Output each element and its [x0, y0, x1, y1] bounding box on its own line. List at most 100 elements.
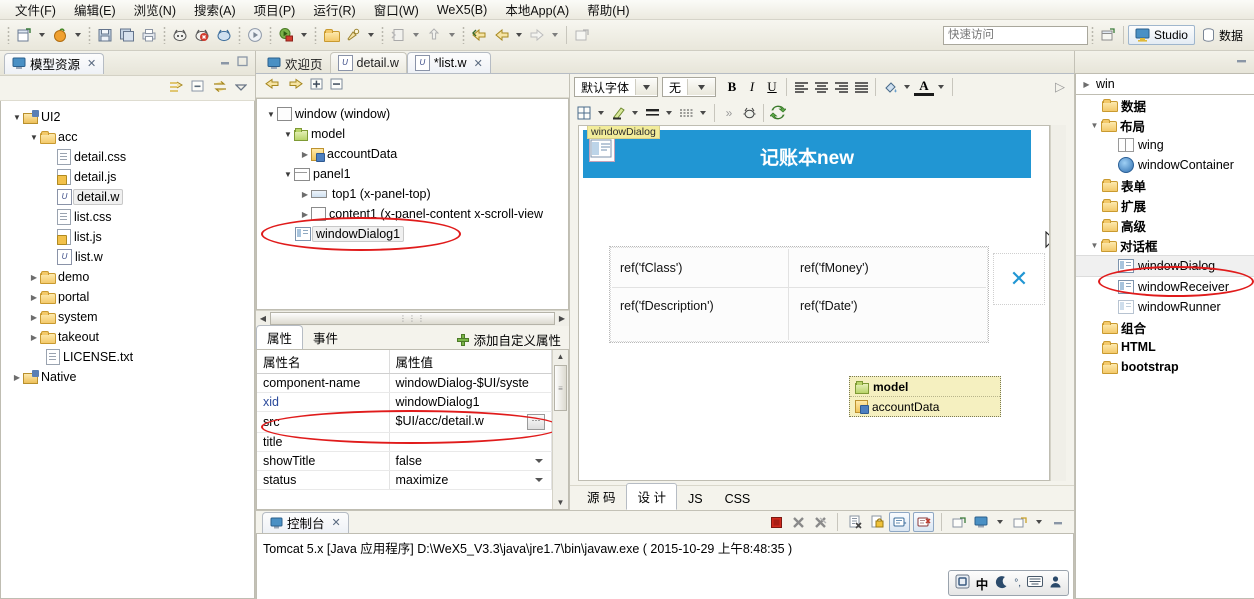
menu-item-edit[interactable]: 编辑(E)	[65, 0, 125, 20]
annotation-dropdown-icon[interactable]	[413, 33, 419, 37]
open-type-icon[interactable]	[320, 24, 342, 46]
tree-node-license[interactable]: LICENSE.txt	[1, 347, 254, 367]
collapse-all-icon[interactable]	[191, 80, 205, 96]
underline-button[interactable]: U	[762, 78, 782, 97]
italic-button[interactable]: I	[742, 78, 762, 97]
palette-group-bootstrap[interactable]: bootstrap	[1076, 357, 1254, 377]
back-icon[interactable]	[264, 77, 281, 94]
outline-node-panel1[interactable]: ▼ panel1	[257, 164, 568, 184]
print-icon[interactable]	[138, 24, 160, 46]
pin-console-icon[interactable]	[913, 512, 934, 532]
property-row-title[interactable]: title	[257, 432, 552, 452]
scroll-down-icon[interactable]: ▼	[557, 496, 565, 509]
model-overlay-row-model[interactable]: model	[850, 377, 1000, 397]
chevron-down-icon[interactable]	[535, 478, 543, 482]
tab-welcome[interactable]: 欢迎页	[260, 53, 330, 73]
perspective-studio-button[interactable]: Studio	[1127, 25, 1195, 45]
tree-node-detail-css[interactable]: detail.css	[1, 147, 254, 167]
chevron-right-icon[interactable]: ▶	[1080, 80, 1093, 89]
chevron-right-icon[interactable]: ▶	[299, 210, 311, 219]
menu-item-file[interactable]: 文件(F)	[6, 0, 65, 20]
fill-color-dropdown-icon[interactable]	[904, 85, 910, 89]
close-icon[interactable]: ✕	[87, 57, 96, 70]
palette-item-windowcontainer[interactable]: windowContainer	[1076, 155, 1254, 175]
model-resources-tree[interactable]: ▼ UI2 ▼ acc detail.css detail.js Udetail.w…	[0, 101, 255, 599]
back-icon[interactable]	[468, 24, 490, 46]
show-console-on-output-icon[interactable]	[889, 512, 910, 532]
open-console-icon[interactable]	[949, 513, 968, 531]
model-overlay-box[interactable]: model accountData	[849, 376, 1001, 417]
tab-events[interactable]: 事件	[303, 326, 348, 349]
form-cell-fmoney[interactable]: ref('fMoney')	[800, 261, 869, 275]
align-center-icon[interactable]	[811, 78, 831, 97]
toolbar-overflow-icon[interactable]: ▷	[1050, 78, 1070, 97]
palette-item-wing[interactable]: wing	[1076, 135, 1254, 155]
border-style-icon[interactable]	[676, 103, 696, 122]
design-canvas[interactable]: 记账本new windowDialog ref('fClass') ref('f…	[578, 125, 1050, 481]
maximize-icon[interactable]	[236, 56, 249, 70]
chevron-down-icon[interactable]: ▼	[265, 110, 277, 119]
palette-root-row[interactable]: ▶ win	[1075, 73, 1254, 94]
palette-group-form[interactable]: 表单	[1076, 175, 1254, 195]
next-annotation-dropdown-icon[interactable]	[449, 33, 455, 37]
ime-logo-icon[interactable]	[955, 574, 970, 592]
align-left-icon[interactable]	[791, 78, 811, 97]
clear-console-icon[interactable]	[845, 513, 864, 531]
outline-node-content1[interactable]: ▶ content1 (x-panel-content x-scroll-view	[257, 204, 568, 224]
property-row-status[interactable]: status maximize	[257, 470, 552, 490]
property-value[interactable]: ··· $UI/acc/detail.w	[389, 411, 552, 433]
punctuation-icon[interactable]: °,	[1014, 578, 1021, 589]
tab-css[interactable]: CSS	[714, 488, 762, 510]
model-overlay-row-accountdata[interactable]: accountData	[850, 397, 1000, 416]
tree-node-list-w[interactable]: Ulist.w	[1, 247, 254, 267]
menu-item-search[interactable]: 搜索(A)	[185, 0, 245, 20]
minimize-icon[interactable]	[1235, 55, 1248, 69]
open-resource-dropdown-icon[interactable]	[75, 33, 81, 37]
palette-item-windowdialog[interactable]: windowDialog	[1076, 255, 1254, 277]
open-resource-icon[interactable]	[49, 24, 71, 46]
build-icon[interactable]	[169, 24, 191, 46]
lock-scroll-icon[interactable]	[867, 513, 886, 531]
menu-item-help[interactable]: 帮助(H)	[578, 0, 638, 20]
property-row-showtitle[interactable]: showTitle false	[257, 451, 552, 471]
tab-model-resources[interactable]: 模型资源 ✕	[4, 52, 105, 74]
tree-node-detail-js[interactable]: detail.js	[1, 167, 254, 187]
minimize-icon[interactable]	[219, 56, 232, 70]
new-window-icon[interactable]	[571, 24, 593, 46]
property-value[interactable]: maximize	[389, 470, 552, 490]
font-family-select[interactable]: 默认字体	[574, 77, 658, 97]
display-selected-console-icon[interactable]	[971, 513, 990, 531]
menu-item-wex5[interactable]: WeX5(B)	[428, 2, 496, 18]
close-icon[interactable]: ✕	[474, 57, 483, 70]
minimize-icon[interactable]	[1049, 513, 1068, 531]
ime-mode-label[interactable]: 中	[976, 574, 989, 593]
ime-toolbar[interactable]: 中 °,	[947, 570, 1069, 596]
align-right-icon[interactable]	[831, 78, 851, 97]
scroll-left-icon[interactable]: ◀	[256, 314, 270, 323]
table-dropdown-icon[interactable]	[598, 110, 604, 115]
next-annotation-icon[interactable]	[423, 24, 445, 46]
tree-node-ui2[interactable]: ▼ UI2	[1, 107, 254, 127]
outline-node-window[interactable]: ▼ window (window)	[257, 104, 568, 124]
tree-node-takeout[interactable]: ▶ takeout	[1, 327, 254, 347]
chevron-right-icon[interactable]: ▶	[299, 190, 311, 199]
chevron-right-icon[interactable]: ▶	[11, 373, 23, 382]
browse-button[interactable]: ···	[527, 414, 545, 430]
build-error-icon[interactable]	[191, 24, 213, 46]
new-console-view-icon[interactable]	[1010, 513, 1029, 531]
collapse-all-icon[interactable]	[330, 78, 344, 94]
open-perspective-icon[interactable]	[1097, 24, 1119, 46]
border-weight-icon[interactable]	[642, 103, 662, 122]
perspective-data-button[interactable]: 数据	[1195, 24, 1250, 47]
annotation-icon[interactable]	[387, 24, 409, 46]
tree-node-acc[interactable]: ▼ acc	[1, 127, 254, 147]
palette-group-composite[interactable]: 组合	[1076, 317, 1254, 337]
tree-node-demo[interactable]: ▶ demo	[1, 267, 254, 287]
quick-access-input[interactable]	[942, 25, 1088, 45]
moon-icon[interactable]	[994, 575, 1008, 592]
properties-grid[interactable]: 属性名 属性值 component-name windowDialog-$UI/…	[256, 349, 569, 510]
form-cell-fdate[interactable]: ref('fDate')	[800, 299, 858, 313]
chevron-down-icon[interactable]	[535, 459, 543, 463]
keyboard-icon[interactable]	[1027, 576, 1043, 590]
font-color-icon[interactable]: A	[914, 78, 934, 96]
